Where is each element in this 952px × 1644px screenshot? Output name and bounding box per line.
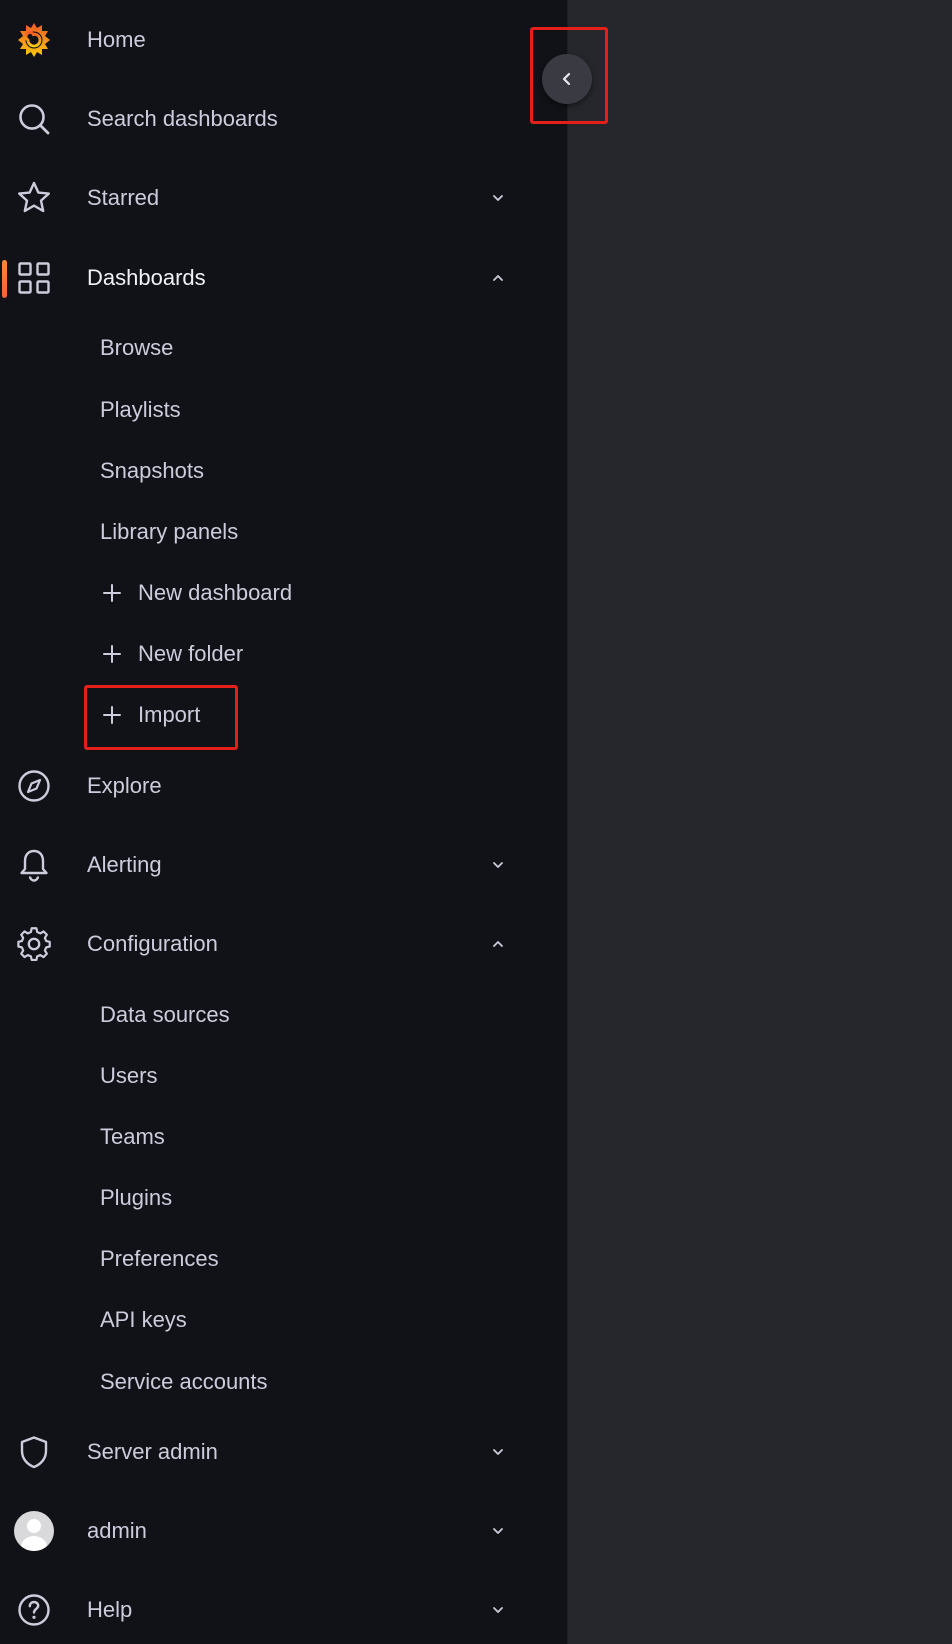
chevron-left-icon <box>559 71 575 87</box>
nav-label-help: Help <box>87 1597 133 1622</box>
subnav-label: Preferences <box>100 1246 219 1271</box>
subnav-item-new-dashboard[interactable]: New dashboard <box>0 568 567 618</box>
subnav-label: Snapshots <box>100 458 204 483</box>
sidebar-nav: Home Search dashboards Starred Dashboard… <box>0 0 568 1644</box>
plus-icon <box>101 582 123 604</box>
subnav-label: Browse <box>100 335 174 360</box>
bell-icon <box>14 845 54 885</box>
plus-icon <box>101 704 123 726</box>
grafana-logo-icon <box>14 20 54 60</box>
search-icon <box>14 99 54 139</box>
subnav-label: Library panels <box>100 519 239 544</box>
subnav-label: New folder <box>138 641 244 666</box>
subnav-label: Users <box>100 1063 158 1088</box>
subnav-item-browse[interactable]: Browse <box>0 323 567 373</box>
subnav-item-data-sources[interactable]: Data sources <box>0 990 567 1040</box>
nav-item-home[interactable]: Home <box>0 10 567 70</box>
chevron-down-icon[interactable] <box>488 1600 508 1620</box>
shield-icon <box>14 1432 54 1472</box>
subnav-item-plugins[interactable]: Plugins <box>0 1173 567 1223</box>
nav-label-starred: Starred <box>87 185 160 210</box>
avatar-icon <box>14 1511 54 1551</box>
nav-label-explore: Explore <box>87 773 162 798</box>
apps-grid-icon <box>14 258 54 298</box>
subnav-label: Service accounts <box>100 1369 268 1394</box>
nav-item-search[interactable]: Search dashboards <box>0 89 567 149</box>
nav-label-alerting: Alerting <box>87 852 162 877</box>
chevron-down-icon[interactable] <box>488 188 508 208</box>
subnav-item-preferences[interactable]: Preferences <box>0 1234 567 1284</box>
nav-item-server-admin[interactable]: Server admin <box>0 1422 567 1482</box>
star-icon <box>14 178 54 218</box>
nav-item-starred[interactable]: Starred <box>0 168 567 228</box>
nav-label-dashboards: Dashboards <box>87 265 206 290</box>
nav-label-home: Home <box>87 27 146 52</box>
chevron-down-icon[interactable] <box>488 1442 508 1462</box>
nav-label-configuration: Configuration <box>87 931 218 956</box>
plus-icon <box>101 643 123 665</box>
subnav-label: Playlists <box>100 397 181 422</box>
subnav-item-library-panels[interactable]: Library panels <box>0 507 567 557</box>
nav-item-admin[interactable]: admin <box>0 1501 567 1561</box>
question-circle-icon <box>14 1590 54 1630</box>
main-content-area <box>568 0 952 1644</box>
chevron-up-icon[interactable] <box>488 934 508 954</box>
chevron-down-icon[interactable] <box>488 855 508 875</box>
nav-item-help[interactable]: Help <box>0 1580 567 1640</box>
nav-item-dashboards[interactable]: Dashboards <box>0 248 567 308</box>
nav-item-configuration[interactable]: Configuration <box>0 914 567 974</box>
subnav-item-service-accounts[interactable]: Service accounts <box>0 1357 567 1407</box>
collapse-sidebar-button[interactable] <box>542 54 592 104</box>
subnav-label: New dashboard <box>138 580 293 605</box>
subnav-item-import[interactable]: Import <box>0 690 567 740</box>
chevron-up-icon[interactable] <box>488 268 508 288</box>
nav-item-alerting[interactable]: Alerting <box>0 835 567 895</box>
subnav-label: Teams <box>100 1124 165 1149</box>
subnav-label: Data sources <box>100 1002 230 1027</box>
subnav-item-teams[interactable]: Teams <box>0 1112 567 1162</box>
chevron-down-icon[interactable] <box>488 1521 508 1541</box>
subnav-label: Plugins <box>100 1185 173 1210</box>
subnav-item-snapshots[interactable]: Snapshots <box>0 446 567 496</box>
nav-label-admin: admin <box>87 1518 147 1543</box>
compass-icon <box>14 766 54 806</box>
gear-icon <box>14 924 54 964</box>
nav-label-server-admin: Server admin <box>87 1439 218 1464</box>
subnav-item-users[interactable]: Users <box>0 1051 567 1101</box>
subnav-item-api-keys[interactable]: API keys <box>0 1295 567 1345</box>
subnav-item-new-folder[interactable]: New folder <box>0 629 567 679</box>
subnav-item-playlists[interactable]: Playlists <box>0 385 567 435</box>
nav-label-search: Search dashboards <box>87 106 278 131</box>
nav-item-explore[interactable]: Explore <box>0 756 567 816</box>
subnav-label: API keys <box>100 1307 187 1332</box>
subnav-label: Import <box>138 702 201 727</box>
